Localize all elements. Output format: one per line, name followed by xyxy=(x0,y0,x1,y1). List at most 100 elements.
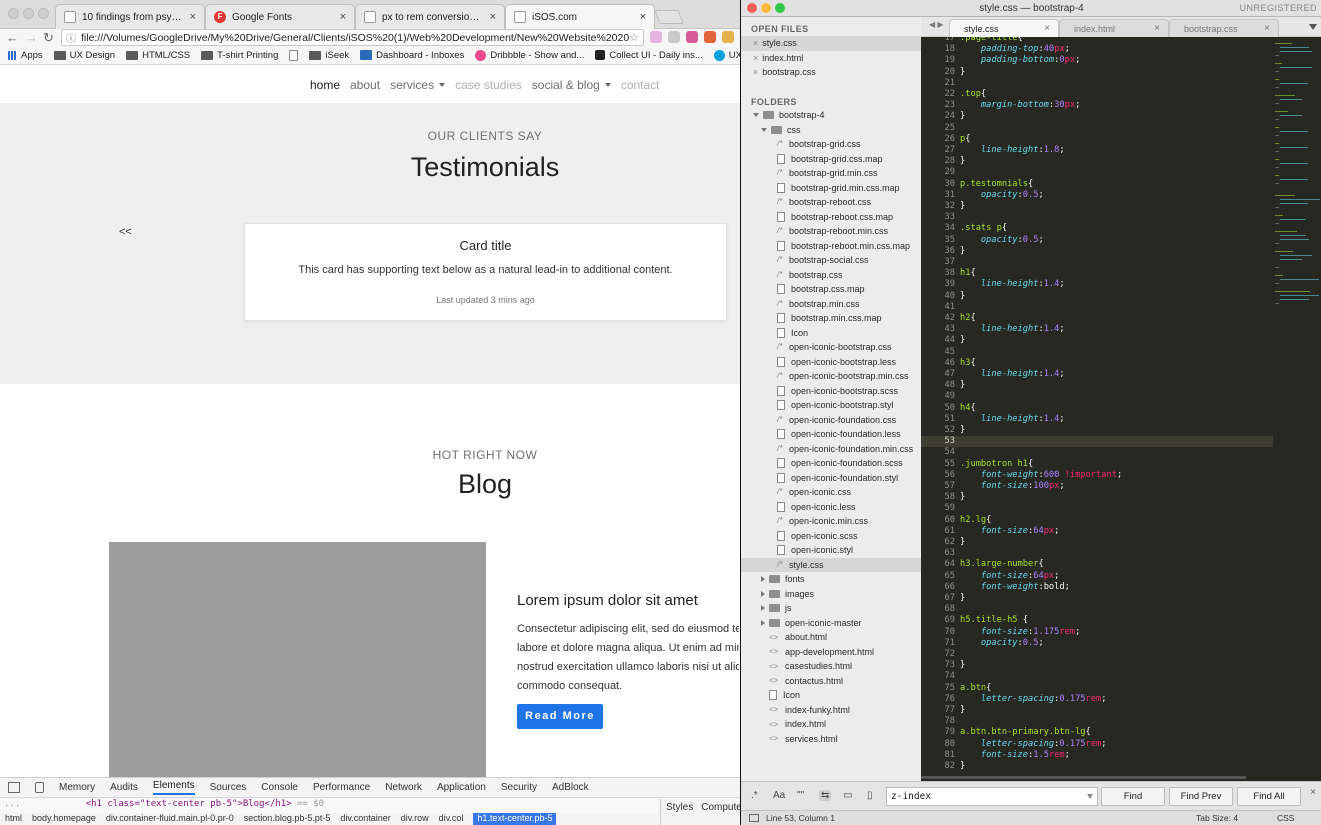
editor-tab-bootstrap-css[interactable]: bootstrap.css × xyxy=(1169,19,1279,37)
breadcrumb-item[interactable]: div.container-fluid.main.pl-0.pr-0 xyxy=(106,813,234,825)
tab-size-setting[interactable]: Tab Size: 4 xyxy=(1196,813,1238,823)
tab-elements[interactable]: Elements xyxy=(152,780,195,795)
open-file-bootstrap-css[interactable]: × bootstrap.css xyxy=(741,65,921,80)
back-arrow-icon[interactable]: ← xyxy=(6,29,19,46)
browser-tab-psychology[interactable]: 10 findings from psychology th × xyxy=(55,4,205,29)
sidebar-file[interactable]: /* open-iconic-foundation.css xyxy=(741,413,921,428)
breadcrumb-item-selected[interactable]: h1.text-center.pb-5 xyxy=(473,813,557,825)
extension-camera-icon[interactable] xyxy=(668,31,680,43)
sidebar-file[interactable]: open-iconic-foundation.styl xyxy=(741,471,921,486)
tab-memory[interactable]: Memory xyxy=(59,782,95,793)
bookmark-dashboard[interactable]: Dashboard - Inboxes xyxy=(360,50,464,61)
bookmark-star-icon[interactable]: ☆ xyxy=(629,31,639,44)
tab-performance[interactable]: Performance xyxy=(313,782,370,793)
nav-home[interactable]: home xyxy=(310,78,340,92)
scrollbar-thumb[interactable] xyxy=(921,776,1246,779)
sidebar-file[interactable]: /* bootstrap-reboot.css xyxy=(741,195,921,210)
sidebar-file[interactable]: /* bootstrap.css xyxy=(741,268,921,283)
open-file-index-html[interactable]: × index.html xyxy=(741,51,921,66)
tab-scroll-arrows-icon[interactable]: ◀ ▶ xyxy=(929,20,944,29)
inspect-element-icon[interactable] xyxy=(8,782,20,793)
browser-tab-isos[interactable]: iSOS.com × xyxy=(505,4,655,29)
whole-word-toggle[interactable]: "" xyxy=(797,790,804,801)
reload-icon[interactable]: ↻ xyxy=(43,29,54,46)
in-selection-toggle-icon[interactable]: ▭ xyxy=(843,790,852,801)
close-tab-icon[interactable]: × xyxy=(490,11,496,23)
breadcrumb-item[interactable]: html xyxy=(5,813,22,825)
sidebar-file[interactable]: open-iconic.less xyxy=(741,500,921,515)
find-button[interactable]: Find xyxy=(1101,787,1165,806)
device-toolbar-icon[interactable] xyxy=(35,782,44,793)
panel-toggle-icon[interactable] xyxy=(749,814,759,822)
extension-pinwheel-icon[interactable] xyxy=(686,31,698,43)
sidebar-file[interactable]: open-iconic-bootstrap.less xyxy=(741,355,921,370)
sidebar-file[interactable]: bootstrap.min.css.map xyxy=(741,311,921,326)
sidebar-file[interactable]: /* bootstrap-social.css xyxy=(741,253,921,268)
sidebar-folder[interactable]: images xyxy=(741,587,921,602)
sidebar-folder[interactable]: js xyxy=(741,601,921,616)
close-tab-icon[interactable]: × xyxy=(1154,23,1160,34)
sidebar-file[interactable]: /* bootstrap-reboot.min.css xyxy=(741,224,921,239)
horizontal-scrollbar[interactable] xyxy=(921,774,1321,781)
sidebar-file[interactable]: /* open-iconic.min.css xyxy=(741,514,921,529)
forward-arrow-icon[interactable]: → xyxy=(25,29,38,46)
extension-diamond-icon[interactable] xyxy=(704,31,716,43)
tab-security[interactable]: Security xyxy=(501,782,537,793)
breadcrumb-item[interactable]: section.blog.pb-5.pt-5 xyxy=(244,813,331,825)
close-tab-icon[interactable]: × xyxy=(340,11,346,23)
bookmark-dribbble[interactable]: Dribbble - Show and... xyxy=(475,49,584,61)
sidebar-file[interactable]: Icon xyxy=(741,688,921,703)
find-prev-button[interactable]: Find Prev xyxy=(1169,787,1233,806)
sidebar-file[interactable]: bootstrap-grid.min.css.map xyxy=(741,181,921,196)
browser-tab-google-fonts[interactable]: F Google Fonts × xyxy=(205,4,355,29)
open-file-style-css[interactable]: × style.css xyxy=(741,36,921,51)
sidebar-file[interactable]: <> services.html xyxy=(741,732,921,747)
case-sensitive-toggle[interactable]: Aa xyxy=(773,790,785,801)
read-more-button[interactable]: Read More xyxy=(517,704,603,729)
minimap[interactable] xyxy=(1273,37,1321,774)
bookmark-collect-ui[interactable]: Collect UI - Daily ins... xyxy=(595,50,703,61)
sidebar-file[interactable]: open-iconic-foundation.scss xyxy=(741,456,921,471)
breadcrumb-item[interactable]: div.row xyxy=(401,813,429,825)
nav-services[interactable]: services xyxy=(390,78,446,92)
regex-toggle[interactable]: .* xyxy=(751,790,758,801)
sidebar-file[interactable]: open-iconic-bootstrap.styl xyxy=(741,398,921,413)
bookmark-apps[interactable]: Apps xyxy=(8,50,43,61)
sidebar-file[interactable]: /* bootstrap.min.css xyxy=(741,297,921,312)
nav-contact[interactable]: contact xyxy=(621,78,660,92)
nav-case-studies[interactable]: case studies xyxy=(455,78,522,92)
find-history-chevron-icon[interactable] xyxy=(1087,794,1093,799)
find-all-button[interactable]: Find All xyxy=(1237,787,1301,806)
tab-network[interactable]: Network xyxy=(385,782,422,793)
sidebar-file[interactable]: /* open-iconic-foundation.min.css xyxy=(741,442,921,457)
sidebar-file[interactable]: Icon xyxy=(741,326,921,341)
tab-console[interactable]: Console xyxy=(261,782,298,793)
sidebar-folder[interactable]: fonts xyxy=(741,572,921,587)
nav-about[interactable]: about xyxy=(350,78,380,92)
sidebar-file[interactable]: <> index.html xyxy=(741,717,921,732)
folder-css[interactable]: css xyxy=(741,123,921,138)
close-file-icon[interactable]: × xyxy=(753,53,758,63)
sidebar-file[interactable]: bootstrap-reboot.min.css.map xyxy=(741,239,921,254)
breadcrumb-item[interactable]: body.homepage xyxy=(32,813,96,825)
minimize-window-button[interactable] xyxy=(23,8,34,19)
close-tab-icon[interactable]: × xyxy=(190,11,196,23)
new-tab-button[interactable] xyxy=(654,10,684,24)
breadcrumb-item[interactable]: div.col xyxy=(439,813,464,825)
wrap-toggle-icon[interactable]: ⇆ xyxy=(819,790,832,801)
tab-adblock[interactable]: AdBlock xyxy=(552,782,589,793)
editor-tab-style-css[interactable]: style.css × xyxy=(949,19,1059,37)
close-window-button[interactable] xyxy=(8,8,19,19)
bookmark-uxdesign[interactable]: UX – uxdesign.cc –... xyxy=(713,49,740,61)
sidebar-file[interactable]: open-iconic.styl xyxy=(741,543,921,558)
sidebar-file[interactable]: <> casestudies.html xyxy=(741,659,921,674)
folder-bootstrap-4[interactable]: bootstrap-4 xyxy=(741,108,921,123)
extension-m-icon[interactable] xyxy=(650,31,662,43)
close-file-icon[interactable]: × xyxy=(753,38,758,48)
sidebar-file[interactable]: open-iconic-foundation.less xyxy=(741,427,921,442)
close-find-panel-icon[interactable]: × xyxy=(1310,787,1316,798)
nav-social-blog[interactable]: social & blog xyxy=(532,78,611,92)
sidebar-file[interactable]: <> app-development.html xyxy=(741,645,921,660)
tab-audits[interactable]: Audits xyxy=(110,782,138,793)
sidebar-file[interactable]: <> index-funky.html xyxy=(741,703,921,718)
